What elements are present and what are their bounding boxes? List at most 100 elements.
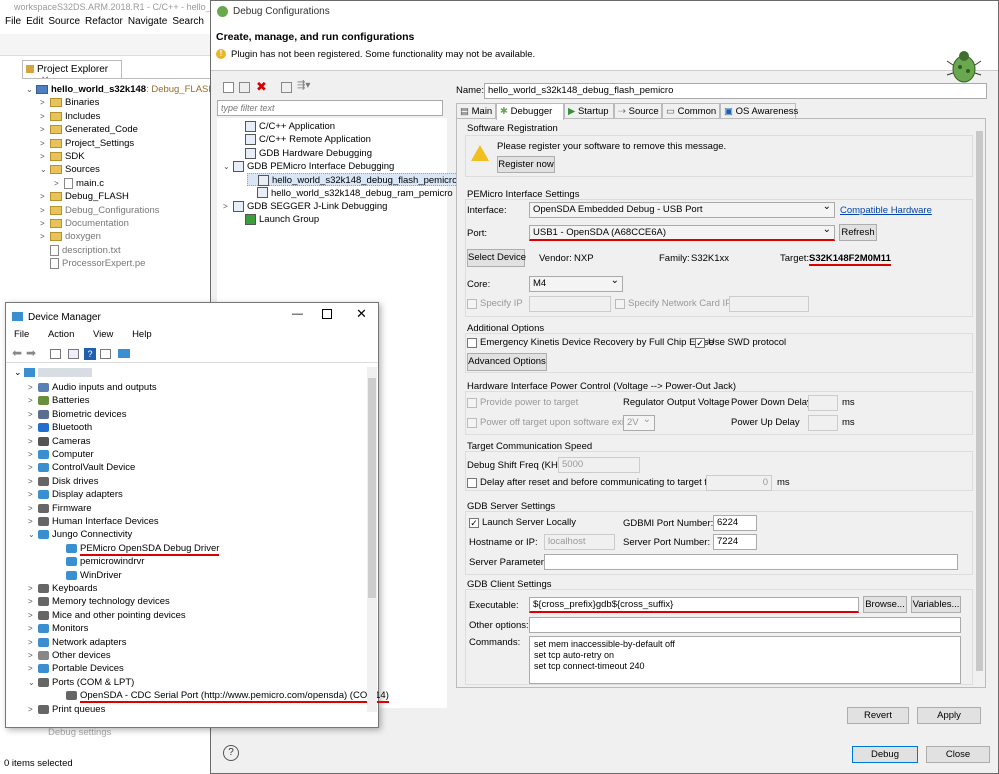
power-off-checkbox[interactable] (467, 418, 477, 428)
chevron-icon[interactable]: ⌄ (223, 160, 233, 173)
menu-source[interactable]: Source (48, 16, 80, 27)
chevron-icon[interactable]: > (28, 662, 38, 675)
device-tree-item[interactable]: > Biometric devices (28, 408, 126, 421)
config-tree-item[interactable]: hello_world_s32k148_debug_flash_pemicro (247, 173, 459, 187)
project-tree-item[interactable]: > main.c (54, 177, 104, 190)
chevron-icon[interactable]: > (28, 394, 38, 407)
chevron-icon[interactable]: > (28, 475, 38, 488)
new-config-icon[interactable] (223, 82, 234, 93)
duplicate-icon[interactable] (239, 82, 250, 93)
list-icon[interactable] (68, 349, 79, 359)
device-tree-item[interactable]: > Bluetooth (28, 421, 92, 434)
chevron-icon[interactable]: > (28, 461, 38, 474)
server-params-field[interactable] (544, 554, 958, 570)
chevron-icon[interactable]: > (40, 110, 50, 123)
project-tree-item[interactable]: > doxygen (40, 230, 101, 243)
compatible-hardware-link[interactable]: Compatible Hardware (840, 205, 932, 216)
device-tree-item[interactable]: WinDriver (56, 569, 122, 582)
chevron-icon[interactable]: > (40, 96, 50, 109)
chevron-icon[interactable]: > (40, 204, 50, 217)
device-tree-item[interactable]: > Mice and other pointing devices (28, 609, 186, 622)
help-icon[interactable]: ? (223, 745, 239, 761)
scrollbar-thumb[interactable] (368, 378, 376, 598)
chevron-icon[interactable]: > (28, 488, 38, 501)
advanced-options-button[interactable]: Advanced Options (467, 353, 547, 371)
project-tree-item[interactable]: > Debug_Configurations (40, 204, 160, 217)
apply-button[interactable]: Apply (917, 707, 981, 724)
menu-navigate[interactable]: Navigate (128, 16, 167, 27)
chevron-icon[interactable]: > (28, 609, 38, 622)
variables-button[interactable]: Variables... (911, 596, 961, 613)
menu-file[interactable]: File (5, 16, 21, 27)
monitor-icon[interactable] (118, 349, 130, 358)
select-device-button[interactable]: Select Device (467, 249, 526, 267)
chevron-icon[interactable]: > (28, 448, 38, 461)
chevron-icon[interactable]: > (28, 649, 38, 662)
emergency-checkbox[interactable] (467, 338, 477, 348)
revert-button[interactable]: Revert (847, 707, 909, 724)
menu-view[interactable]: View (93, 329, 113, 340)
chevron-icon[interactable]: > (40, 150, 50, 163)
chevron-icon[interactable]: > (40, 123, 50, 136)
browse-button[interactable]: Browse... (863, 596, 907, 613)
device-tree-item[interactable]: > Firmware (28, 502, 92, 515)
device-tree-item[interactable]: > Computer (28, 448, 94, 461)
specify-ip-checkbox[interactable] (467, 299, 477, 309)
project-tree-item[interactable]: > Binaries (40, 96, 99, 109)
collapse-icon[interactable] (281, 82, 292, 93)
config-tree-item[interactable]: GDB Hardware Debugging (235, 147, 372, 160)
device-tree-item[interactable]: > Display adapters (28, 488, 123, 501)
device-tree-item[interactable]: PEMicro OpenSDA Debug Driver (56, 542, 220, 556)
core-select[interactable]: M4 (529, 275, 623, 292)
config-tree-item[interactable]: C/C++ Application (235, 120, 335, 133)
scrollbar-thumb[interactable] (976, 131, 983, 671)
device-tree-item[interactable]: > Memory technology devices (28, 595, 170, 608)
tab-project-explorer[interactable]: Project Explorer ✕ (22, 60, 122, 86)
project-tree-item[interactable]: ⌄ Sources (40, 163, 100, 176)
device-tree-item[interactable]: > Network adapters (28, 636, 126, 649)
specify-network-checkbox[interactable] (615, 299, 625, 309)
network-ip-field[interactable] (729, 296, 809, 312)
other-options-field[interactable] (529, 617, 961, 633)
project-tree-item[interactable]: > SDK (40, 150, 85, 163)
filter-icon[interactable]: ⇶▾ (297, 80, 310, 91)
device-tree-item[interactable]: > ControlVault Device (28, 461, 135, 474)
minimize-icon[interactable]: — (292, 308, 303, 320)
chevron-icon[interactable]: > (40, 217, 50, 230)
chevron-icon[interactable]: ⌄ (26, 83, 36, 96)
debug-button[interactable]: Debug (852, 746, 918, 763)
debug-settings-label[interactable]: Debug settings (48, 727, 111, 738)
swd-checkbox[interactable]: ✓ (695, 338, 705, 348)
chevron-icon[interactable]: > (28, 435, 38, 448)
chevron-icon[interactable]: > (40, 230, 50, 243)
power-down-field[interactable] (808, 395, 838, 411)
device-tree-item[interactable]: > Other devices (28, 649, 111, 662)
delete-icon[interactable]: ✖ (256, 79, 267, 95)
server-port-field[interactable]: 7224 (713, 534, 757, 550)
tab-debugger[interactable]: ✱ Debugger (496, 103, 564, 120)
device-tree-item[interactable]: > Batteries (28, 394, 90, 407)
chevron-icon[interactable]: > (28, 502, 38, 515)
port-select[interactable]: USB1 - OpenSDA (A68CCE6A) (529, 224, 835, 241)
gdbmi-port-field[interactable]: 6224 (713, 515, 757, 531)
voltage-select[interactable]: 2V (623, 414, 655, 431)
tab-startup[interactable]: ▶ Startup (564, 103, 614, 119)
launch-server-checkbox[interactable]: ✓ (469, 518, 479, 528)
chevron-icon[interactable]: > (28, 595, 38, 608)
device-tree-item[interactable]: pemicrowindrvr (56, 555, 144, 568)
delay-checkbox[interactable] (467, 478, 477, 488)
project-tree-item[interactable]: description.txt (40, 244, 121, 257)
help-icon[interactable]: ? (84, 348, 96, 360)
tab-source[interactable]: ⇢ Source (614, 103, 662, 119)
chevron-icon[interactable]: ⌄ (28, 528, 38, 541)
chevron-icon[interactable]: > (54, 177, 64, 190)
project-tree-item[interactable]: > Project_Settings (40, 137, 134, 150)
chevron-icon[interactable]: > (28, 636, 38, 649)
close-button[interactable]: Close (926, 746, 990, 763)
ip-field[interactable] (529, 296, 611, 312)
project-tree-item[interactable]: > Documentation (40, 217, 129, 230)
project-tree-item[interactable]: > Includes (40, 110, 100, 123)
chevron-icon[interactable]: > (223, 200, 233, 213)
chevron-icon[interactable]: > (40, 137, 50, 150)
chevron-icon[interactable]: > (40, 190, 50, 203)
